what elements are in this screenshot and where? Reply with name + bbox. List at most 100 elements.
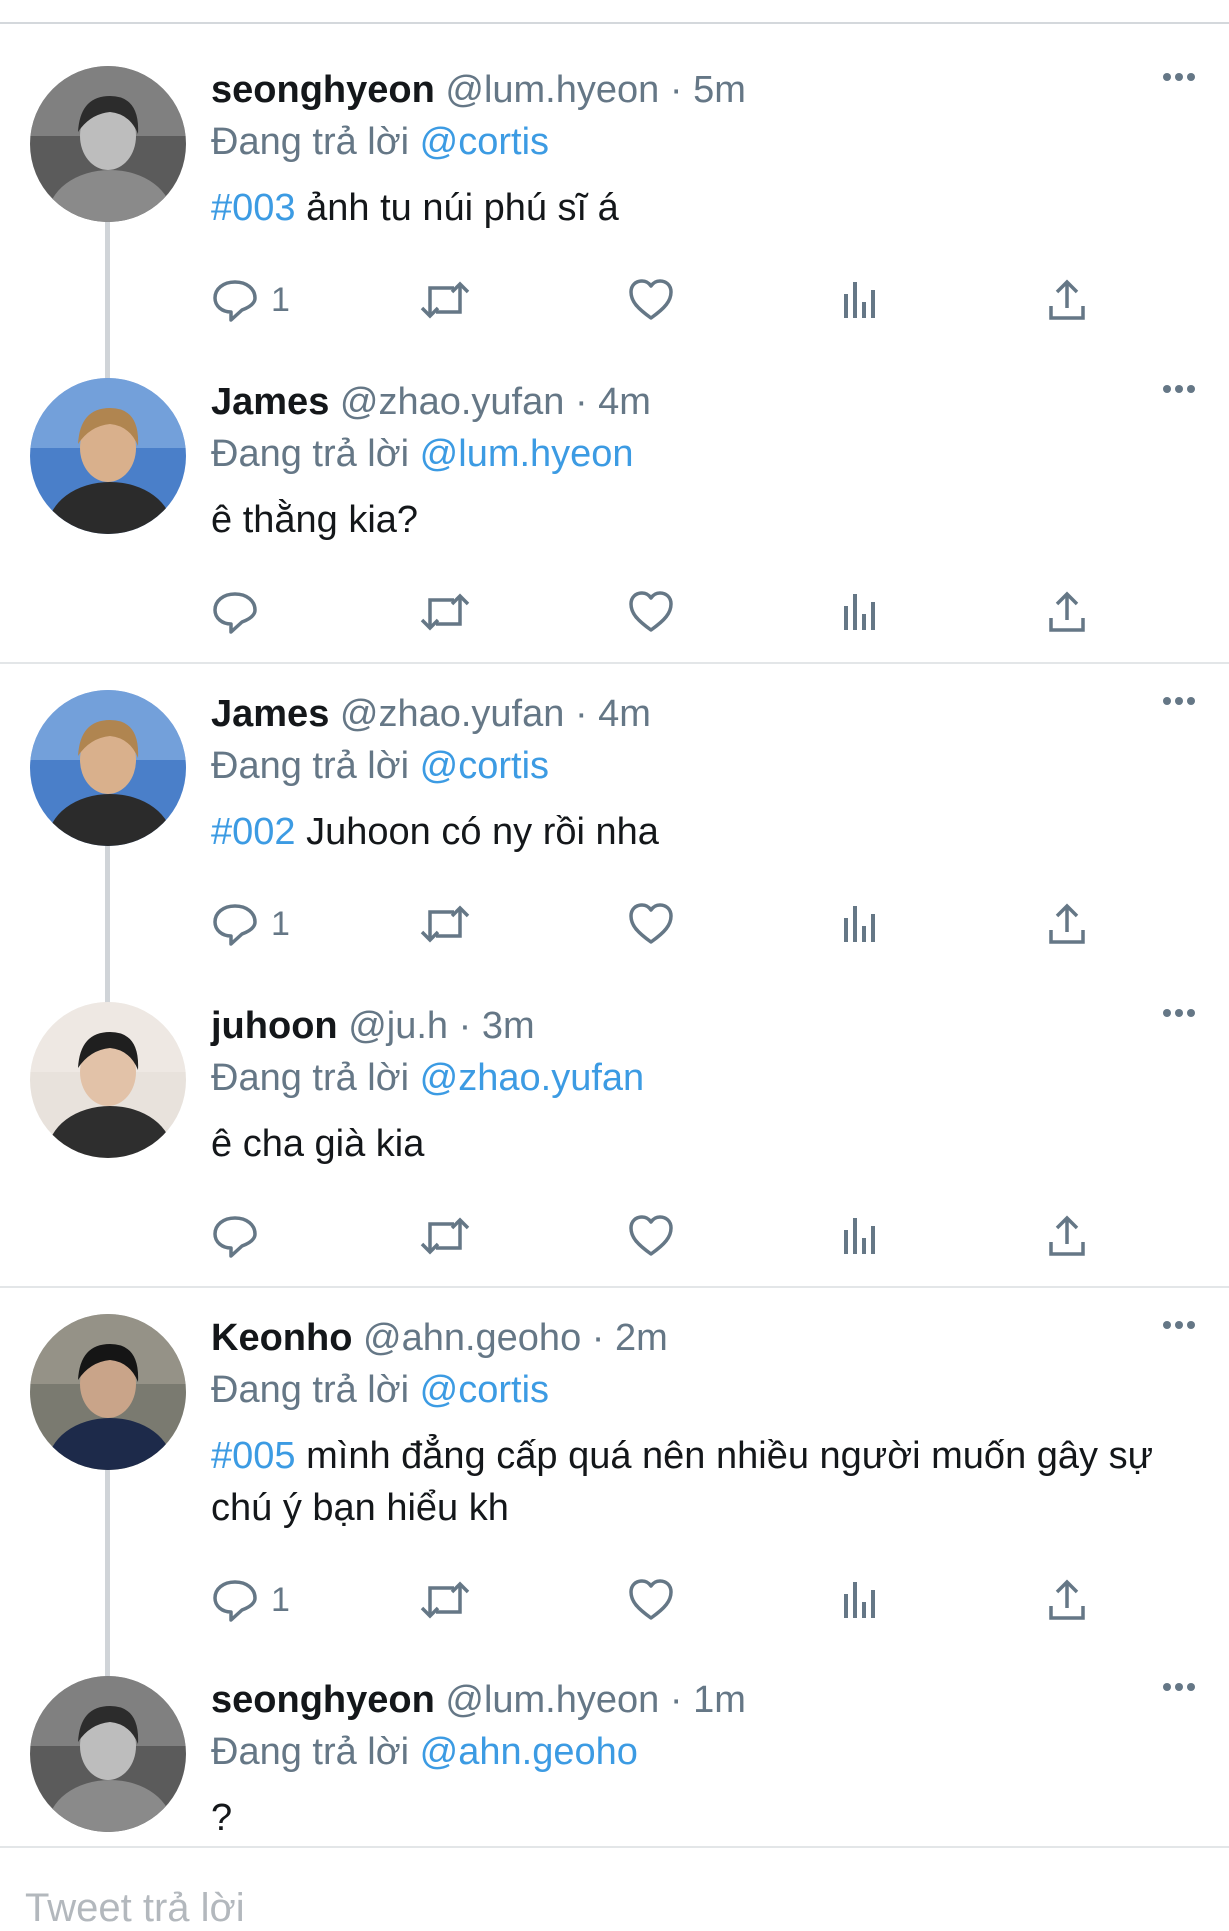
display-name[interactable]: James <box>211 693 329 735</box>
views-icon <box>844 1582 875 1618</box>
tweet-action-bar: 1 <box>211 1572 1091 1628</box>
display-name[interactable]: seonghyeon <box>211 1679 435 1721</box>
avatar[interactable] <box>30 1314 186 1470</box>
top-divider <box>0 22 1229 24</box>
share-button[interactable] <box>1043 1208 1091 1264</box>
more-options-button[interactable] <box>1159 1314 1199 1354</box>
like-icon <box>629 1579 673 1620</box>
replying-to: Đang trả lời @cortis <box>211 118 1171 166</box>
like-button[interactable] <box>627 1208 675 1264</box>
more-options-button[interactable] <box>1159 690 1199 730</box>
timestamp[interactable]: 2m <box>615 1317 668 1359</box>
reply-mention-link[interactable]: @zhao.yufan <box>420 1057 645 1099</box>
share-icon <box>1049 1579 1085 1620</box>
replying-to: Đang trả lời @zhao.yufan <box>211 1054 1171 1102</box>
hashtag-link[interactable]: #003 <box>211 187 296 229</box>
like-button[interactable] <box>627 584 675 640</box>
display-name[interactable]: James <box>211 381 329 423</box>
share-button[interactable] <box>1043 272 1091 328</box>
avatar[interactable] <box>30 1676 186 1832</box>
like-button[interactable] <box>627 896 675 952</box>
tweet-header: James @zhao.yufan · 4m <box>211 378 1171 426</box>
more-options-button[interactable] <box>1159 1676 1199 1716</box>
avatar[interactable] <box>30 378 186 534</box>
timestamp[interactable]: 1m <box>693 1679 746 1721</box>
thread-divider <box>0 662 1229 664</box>
replying-to: Đang trả lời @cortis <box>211 1366 1171 1414</box>
timestamp[interactable]: 4m <box>598 381 651 423</box>
tweet-text: ê thằng kia? <box>211 494 1171 546</box>
views-button[interactable] <box>836 584 884 640</box>
views-button[interactable] <box>836 896 884 952</box>
share-icon <box>1049 903 1085 944</box>
avatar[interactable] <box>30 1002 186 1158</box>
timestamp[interactable]: 4m <box>598 693 651 735</box>
timestamp[interactable]: 5m <box>693 69 746 111</box>
timestamp[interactable]: 3m <box>482 1005 535 1047</box>
like-button[interactable] <box>627 272 675 328</box>
replying-to-label: Đang trả lời <box>211 1057 410 1099</box>
user-handle[interactable]: @lum.hyeon <box>445 69 659 111</box>
reply-mention-link[interactable]: @cortis <box>420 745 549 787</box>
user-handle[interactable]: @zhao.yufan <box>340 381 565 423</box>
retweet-button[interactable] <box>418 1208 472 1264</box>
views-button[interactable] <box>836 272 884 328</box>
display-name[interactable]: juhoon <box>211 1005 338 1047</box>
views-button[interactable] <box>836 1208 884 1264</box>
share-button[interactable] <box>1043 896 1091 952</box>
views-button[interactable] <box>836 1572 884 1628</box>
reply-mention-link[interactable]: @lum.hyeon <box>420 433 634 475</box>
retweet-button[interactable] <box>418 584 472 640</box>
reply-mention-link[interactable]: @ahn.geoho <box>420 1731 638 1773</box>
views-icon <box>844 906 875 942</box>
like-button[interactable] <box>627 1572 675 1628</box>
display-name[interactable]: seonghyeon <box>211 69 435 111</box>
tweet-body: ảnh tu núi phú sĩ á <box>306 187 619 229</box>
more-icon <box>1163 73 1195 81</box>
separator-dot: · <box>458 1005 472 1047</box>
reply-mention-link[interactable]: @cortis <box>420 121 549 163</box>
share-button[interactable] <box>1043 1572 1091 1628</box>
separator-dot: · <box>669 69 683 111</box>
reply-button[interactable] <box>211 584 271 640</box>
tweet-header: juhoon @ju.h · 3m <box>211 1002 1171 1050</box>
reply-button[interactable]: 1 <box>211 1572 290 1628</box>
thread-line <box>105 1470 110 1676</box>
reply-mention-link[interactable]: @cortis <box>420 1369 549 1411</box>
replying-to-label: Đang trả lời <box>211 1369 410 1411</box>
user-handle[interactable]: @ahn.geoho <box>363 1317 581 1359</box>
reply-count: 1 <box>271 1580 290 1619</box>
more-options-button[interactable] <box>1159 378 1199 418</box>
hashtag-link[interactable]: #002 <box>211 811 296 853</box>
user-handle[interactable]: @ju.h <box>348 1005 448 1047</box>
user-handle[interactable]: @zhao.yufan <box>340 693 565 735</box>
display-name[interactable]: Keonho <box>211 1317 352 1359</box>
reply-icon <box>213 280 257 322</box>
tweet-body: Juhoon có ny rồi nha <box>306 811 659 853</box>
replying-to: Đang trả lời @lum.hyeon <box>211 430 1171 478</box>
replying-to: Đang trả lời @ahn.geoho <box>211 1728 1171 1776</box>
retweet-icon <box>420 1217 470 1255</box>
more-icon <box>1163 1009 1195 1017</box>
tweet-body: mình đẳng cấp quá nên nhiều người muốn g… <box>211 1435 1154 1529</box>
views-icon <box>844 282 875 318</box>
reply-button[interactable]: 1 <box>211 272 290 328</box>
retweet-button[interactable] <box>418 1572 472 1628</box>
hashtag-link[interactable]: #005 <box>211 1435 296 1477</box>
more-options-button[interactable] <box>1159 66 1199 106</box>
share-button[interactable] <box>1043 584 1091 640</box>
composer-divider <box>0 1846 1229 1848</box>
user-handle[interactable]: @lum.hyeon <box>445 1679 659 1721</box>
reply-button[interactable] <box>211 1208 271 1264</box>
tweet-text: #003 ảnh tu núi phú sĩ á <box>211 182 1171 234</box>
avatar[interactable] <box>30 66 186 222</box>
more-options-button[interactable] <box>1159 1002 1199 1042</box>
reply-button[interactable]: 1 <box>211 896 290 952</box>
share-icon <box>1049 279 1085 320</box>
replying-to-label: Đang trả lời <box>211 1731 410 1773</box>
avatar[interactable] <box>30 690 186 846</box>
share-icon <box>1049 1215 1085 1256</box>
retweet-button[interactable] <box>418 896 472 952</box>
tweet-header: seonghyeon @lum.hyeon · 1m <box>211 1676 1171 1724</box>
retweet-button[interactable] <box>418 272 472 328</box>
